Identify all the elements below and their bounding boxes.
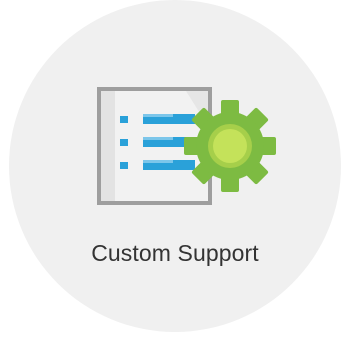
- stage: Custom Support: [0, 0, 350, 338]
- gear-icon: [184, 100, 276, 192]
- tile-label: Custom Support: [91, 240, 259, 266]
- document-gear-icon: [96, 86, 286, 208]
